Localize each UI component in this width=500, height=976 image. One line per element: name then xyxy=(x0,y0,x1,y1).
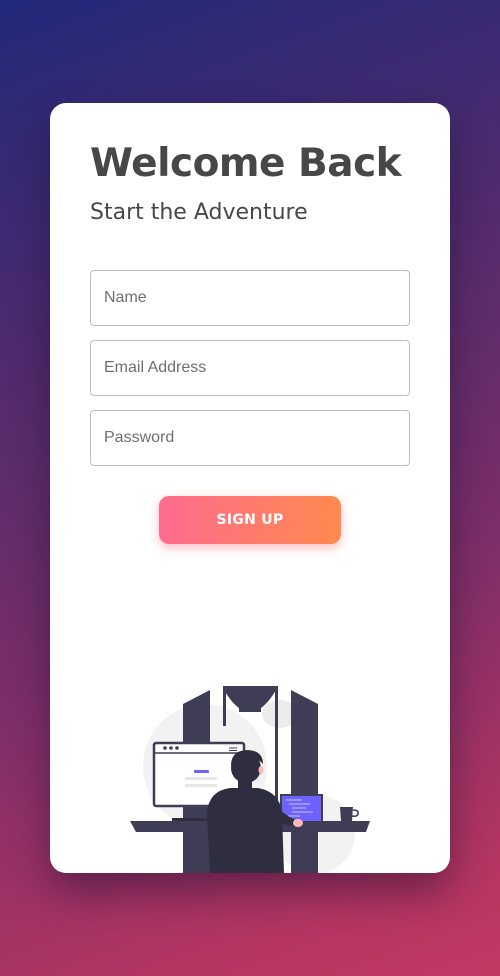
person-ear xyxy=(258,766,264,774)
sign-up-button[interactable]: SIGN UP xyxy=(159,496,341,544)
window-pane-line xyxy=(223,686,226,726)
screen-line xyxy=(185,777,217,780)
page-title: Welcome Back xyxy=(90,141,402,186)
person-at-computer-illustration xyxy=(130,686,370,873)
window-dot xyxy=(169,746,173,750)
coffee-mug xyxy=(340,807,353,821)
page-subtitle: Start the Adventure xyxy=(90,200,308,225)
person-hand xyxy=(293,819,303,827)
signup-card: Welcome Back Start the Adventure SIGN UP xyxy=(50,103,450,873)
name-input[interactable] xyxy=(90,270,410,326)
window-frame xyxy=(291,690,318,873)
screen-line xyxy=(185,784,217,787)
password-input[interactable] xyxy=(90,410,410,466)
person-body xyxy=(207,788,284,873)
screen-accent-bar xyxy=(194,770,209,773)
window-mullion xyxy=(239,686,261,712)
window-dot xyxy=(175,746,179,750)
email-input[interactable] xyxy=(90,340,410,396)
window-dot xyxy=(163,746,167,750)
